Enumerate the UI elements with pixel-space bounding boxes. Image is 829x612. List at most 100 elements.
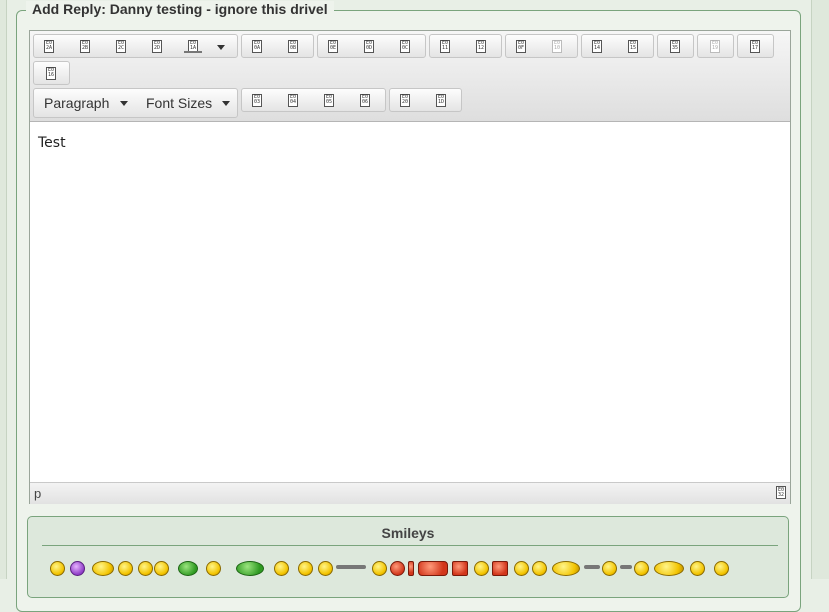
- code-button[interactable]: E0 19: [706, 38, 724, 54]
- numbered-list-button[interactable]: E0 0B: [284, 38, 302, 54]
- editor-content-area[interactable]: Test: [30, 122, 790, 482]
- subscript-icon: E0 05: [324, 93, 334, 107]
- arrow-icon[interactable]: [584, 565, 600, 569]
- smiley-eat-icon[interactable]: [372, 561, 387, 576]
- strikethrough-button[interactable]: E0 2D: [148, 38, 166, 54]
- fullscreen-button[interactable]: E0 17: [746, 38, 764, 54]
- superscript-button[interactable]: E0 06: [356, 92, 374, 108]
- smiley-hmm-icon[interactable]: [514, 561, 529, 576]
- rose-icon[interactable]: [418, 561, 448, 576]
- text-color-dropdown[interactable]: [212, 38, 230, 54]
- align-center-button[interactable]: E0 0D: [360, 38, 378, 54]
- editor-content-text: Test: [38, 135, 66, 151]
- indent-button[interactable]: E0 04: [284, 92, 302, 108]
- quote-button[interactable]: E0 35: [666, 38, 684, 54]
- smiley-wave-hi-icon[interactable]: [714, 561, 729, 576]
- format-select-label: Paragraph: [44, 95, 110, 111]
- smiley-smile-icon[interactable]: [634, 561, 649, 576]
- smiley-devil-icon[interactable]: [70, 561, 85, 576]
- underline-icon: E0 2C: [116, 39, 126, 53]
- smiley-grin-icon[interactable]: [118, 561, 133, 576]
- source-icon: E0 16: [46, 66, 56, 80]
- image-icon: E0 14: [592, 39, 602, 53]
- smiley-surprised-icon[interactable]: [474, 561, 489, 576]
- media-icon: E0 15: [628, 39, 638, 53]
- cocktail-icon[interactable]: [492, 561, 508, 576]
- insert-media-button[interactable]: E0 15: [624, 38, 642, 54]
- strikethrough-icon: E0 2D: [152, 39, 162, 53]
- toolbar-group-selects: Paragraph Font Sizes: [33, 88, 238, 118]
- editor-statusbar: p E0 32: [30, 482, 790, 504]
- bullet-list-icon: E0 0A: [252, 39, 262, 53]
- italic-button[interactable]: E0 2B: [76, 38, 94, 54]
- thermometer-icon[interactable]: [408, 561, 414, 576]
- toolbar-group-align: E0 0E E0 0D E0 0C: [317, 34, 426, 58]
- smiley-eyes-icon[interactable]: [298, 561, 313, 576]
- smiley-cat-icon[interactable]: [92, 561, 114, 576]
- insert-image-button[interactable]: E0 14: [588, 38, 606, 54]
- underline-button[interactable]: E0 2C: [112, 38, 130, 54]
- redo-button[interactable]: E0 10: [548, 38, 566, 54]
- toolbar-group-insert: E0 14 E0 15: [581, 34, 654, 58]
- smiley-love-icon[interactable]: [654, 561, 684, 576]
- smileys-panel: Smileys: [27, 516, 789, 598]
- smiley-skeptical-icon[interactable]: [532, 561, 547, 576]
- toolbar-group-history: E0 0F E0 10: [505, 34, 578, 58]
- smiley-shoot-icon[interactable]: [602, 561, 617, 576]
- outdent-button[interactable]: E0 03: [248, 92, 266, 108]
- smiley-music-icon[interactable]: [274, 561, 289, 576]
- italic-icon: E0 2B: [80, 39, 90, 53]
- toolbar-group-misc: E0 20 E0 1D: [389, 88, 462, 112]
- wine-icon[interactable]: [452, 561, 468, 576]
- bold-button[interactable]: E0 2A: [40, 38, 58, 54]
- quote-icon: E0 35: [670, 39, 680, 53]
- smiley-frog-icon[interactable]: [236, 561, 264, 576]
- smiley-tongue-icon[interactable]: [154, 561, 169, 576]
- smiley-dizzy-icon[interactable]: [206, 561, 221, 576]
- align-right-icon: E0 0C: [400, 39, 410, 53]
- toolbar-group-indent: E0 03 E0 04 E0 05 E0 06: [241, 88, 386, 112]
- smiley-pair-icon[interactable]: [552, 561, 580, 576]
- remove-format-icon: E0 1D: [436, 93, 446, 107]
- indent-icon: E0 04: [288, 93, 298, 107]
- element-path[interactable]: p: [34, 486, 41, 501]
- source-code-button[interactable]: E0 16: [42, 65, 60, 81]
- remove-link-button[interactable]: E0 12: [472, 38, 490, 54]
- chevron-down-icon: [217, 45, 225, 50]
- text-color-button[interactable]: E0 1A: [184, 38, 202, 54]
- dart-icon[interactable]: [620, 565, 632, 569]
- undo-button[interactable]: E0 0F: [512, 38, 530, 54]
- insert-link-button[interactable]: E0 11: [436, 38, 454, 54]
- subscript-button[interactable]: E0 05: [320, 92, 338, 108]
- superscript-icon: E0 06: [360, 93, 370, 107]
- horizontal-rule-icon: E0 20: [400, 93, 410, 107]
- smileys-title: Smileys: [381, 525, 435, 541]
- remove-format-button[interactable]: E0 1D: [432, 92, 450, 108]
- smiley-confused-icon[interactable]: [318, 561, 333, 576]
- outdent-icon: E0 03: [252, 93, 262, 107]
- horizontal-rule-button[interactable]: E0 20: [396, 92, 414, 108]
- smiley-laugh-icon[interactable]: [50, 561, 65, 576]
- chevron-down-icon: [222, 101, 230, 106]
- unlink-icon: E0 12: [476, 39, 486, 53]
- resize-handle[interactable]: E0 32: [776, 486, 786, 499]
- fork-icon[interactable]: [336, 565, 366, 569]
- undo-icon: E0 0F: [516, 39, 526, 53]
- toolbar-group-text-style: E0 2A E0 2B E0 2C E0 2D E0 1A: [33, 34, 238, 58]
- text-color-swatch: [184, 51, 202, 53]
- smiley-angry-icon[interactable]: [390, 561, 405, 576]
- font-size-select-label: Font Sizes: [146, 95, 213, 111]
- smiley-alien-icon[interactable]: [178, 561, 198, 576]
- align-left-icon: E0 0E: [328, 39, 338, 53]
- font-size-select[interactable]: Font Sizes: [146, 93, 212, 113]
- format-select[interactable]: Paragraph: [44, 93, 109, 113]
- align-left-button[interactable]: E0 0E: [324, 38, 342, 54]
- chevron-down-icon: [120, 101, 128, 106]
- smiley-chef-icon[interactable]: [690, 561, 705, 576]
- align-right-button[interactable]: E0 0C: [396, 38, 414, 54]
- page-frame-right: [811, 0, 829, 579]
- bullet-list-button[interactable]: E0 0A: [248, 38, 266, 54]
- smileys-divider: [42, 545, 778, 546]
- editor-toolbar: E0 2A E0 2B E0 2C E0 2D E0 1A E0 0A E0 0B E0 0E …: [30, 31, 790, 122]
- smiley-wave-icon[interactable]: [138, 561, 153, 576]
